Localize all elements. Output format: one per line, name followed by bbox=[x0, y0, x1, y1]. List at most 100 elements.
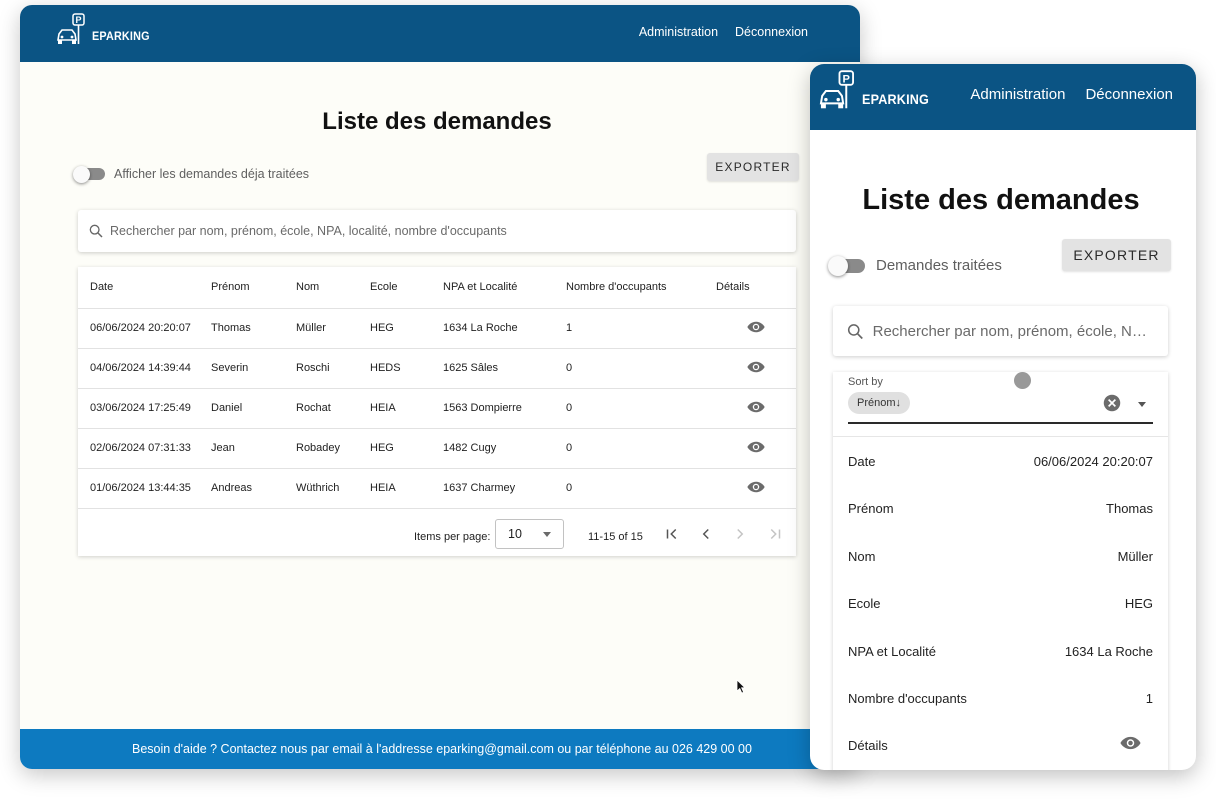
table-body: 06/06/2024 20:20:07 Thomas Müller HEG 16… bbox=[78, 308, 796, 509]
items-per-page-select[interactable]: 10 bbox=[495, 519, 564, 549]
items-per-page-value: 10 bbox=[508, 527, 522, 541]
cell-npa: 1634 La Roche bbox=[443, 308, 566, 349]
field-value: Thomas bbox=[1106, 501, 1153, 516]
cell-details bbox=[716, 468, 796, 509]
app-logo[interactable]: P EPARKING bbox=[56, 13, 156, 47]
search-input[interactable] bbox=[110, 224, 757, 238]
field-label: Date bbox=[848, 454, 876, 469]
field-label: Nombre d'occupants bbox=[848, 691, 967, 706]
cell-npa: 1482 Cugy bbox=[443, 428, 566, 469]
last-page-icon[interactable] bbox=[766, 525, 784, 543]
search-bar[interactable] bbox=[78, 210, 796, 252]
cell-occupants: 0 bbox=[566, 428, 716, 469]
top-app-bar: P EPARKING Administration Déconnexion bbox=[810, 64, 1196, 130]
sort-by-label: Sort by bbox=[848, 376, 883, 388]
cell-date: 06/06/2024 20:20:07 bbox=[78, 308, 211, 349]
cell-prenom: Andreas bbox=[211, 468, 296, 509]
table-header-row: Date Prénom Nom Ecole NPA et Localité No… bbox=[78, 267, 796, 309]
table-row[interactable]: 01/06/2024 13:44:35 Andreas Wüthrich HEI… bbox=[78, 468, 796, 509]
nav-logout-link[interactable]: Déconnexion bbox=[735, 25, 808, 39]
eye-icon[interactable] bbox=[747, 361, 765, 373]
field-value: 1 bbox=[1145, 691, 1153, 706]
svg-text:P: P bbox=[843, 73, 851, 85]
cell-nom: Wüthrich bbox=[296, 468, 370, 509]
toggle-knob[interactable] bbox=[828, 255, 848, 276]
export-button[interactable]: EXPORTER bbox=[1062, 239, 1171, 271]
cell-ecole: HEIA bbox=[370, 388, 443, 429]
first-page-icon[interactable] bbox=[663, 525, 681, 543]
col-header-details: Détails bbox=[716, 267, 796, 309]
show-processed-toggle[interactable]: Afficher les demandes déja traitées bbox=[73, 165, 309, 183]
prev-page-icon[interactable] bbox=[697, 525, 715, 543]
col-header-prenom[interactable]: Prénom bbox=[211, 267, 296, 309]
show-processed-toggle[interactable]: Demandes traitées bbox=[828, 255, 1002, 276]
cell-ecole: HEG bbox=[370, 308, 443, 349]
touch-indicator bbox=[1014, 372, 1031, 389]
field-label: Détails bbox=[848, 738, 888, 753]
cell-ecole: HEIA bbox=[370, 468, 443, 509]
col-header-occupants[interactable]: Nombre d'occupants bbox=[566, 267, 716, 309]
sort-by-select[interactable]: Sort by Prénom↓ bbox=[848, 372, 1153, 424]
eye-icon[interactable] bbox=[1120, 736, 1141, 750]
field-value: 1634 La Roche bbox=[1064, 644, 1153, 659]
col-header-ecole[interactable]: Ecole bbox=[370, 267, 443, 309]
top-app-bar: P EPARKING Administration Déconnexion bbox=[20, 5, 860, 62]
app-logo[interactable]: P EPARKING bbox=[818, 70, 936, 112]
request-card: Sort by Prénom↓ Date 06/06/2024 20:20:07… bbox=[833, 372, 1168, 770]
cell-date: 03/06/2024 17:25:49 bbox=[78, 388, 211, 429]
dropdown-caret-icon[interactable] bbox=[1138, 402, 1146, 407]
table-row[interactable]: 03/06/2024 17:25:49 Daniel Rochat HEIA 1… bbox=[78, 388, 796, 429]
next-page-icon[interactable] bbox=[731, 525, 749, 543]
cell-nom: Robadey bbox=[296, 428, 370, 469]
sort-chip[interactable]: Prénom↓ bbox=[848, 392, 911, 414]
cell-occupants: 1 bbox=[566, 308, 716, 349]
toggle-track[interactable] bbox=[828, 255, 865, 276]
field-label: NPA et Localité bbox=[848, 644, 936, 659]
nav-links: Administration Déconnexion bbox=[970, 86, 1173, 103]
field-value: 06/06/2024 20:20:07 bbox=[1033, 454, 1153, 469]
cell-nom: Müller bbox=[296, 308, 370, 349]
toggle-track[interactable] bbox=[73, 165, 105, 183]
toggle-label: Demandes traitées bbox=[876, 257, 1002, 274]
cell-ecole: HEDS bbox=[370, 348, 443, 389]
table-row[interactable]: 04/06/2024 14:39:44 Severin Roschi HEDS … bbox=[78, 348, 796, 389]
divider bbox=[833, 436, 1168, 437]
toggle-knob[interactable] bbox=[73, 165, 90, 183]
search-icon bbox=[847, 323, 863, 339]
cell-occupants: 0 bbox=[566, 348, 716, 389]
eye-icon[interactable] bbox=[747, 321, 765, 333]
export-button[interactable]: EXPORTER bbox=[707, 153, 799, 181]
cell-prenom: Severin bbox=[211, 348, 296, 389]
cell-npa: 1637 Charmey bbox=[443, 468, 566, 509]
search-input[interactable] bbox=[872, 322, 1168, 340]
nav-links: Administration Déconnexion bbox=[639, 25, 808, 39]
nav-administration-link[interactable]: Administration bbox=[639, 25, 718, 39]
items-per-page-label: Items per page: bbox=[414, 531, 491, 543]
help-footer: Besoin d'aide ? Contactez nous par email… bbox=[20, 729, 860, 769]
eye-icon[interactable] bbox=[747, 441, 765, 453]
field-label: Prénom bbox=[848, 501, 894, 516]
eye-icon[interactable] bbox=[747, 481, 765, 493]
logo-text: EPARKING bbox=[862, 91, 930, 107]
nav-administration-link[interactable]: Administration bbox=[970, 86, 1065, 103]
logo-text: EPARKING bbox=[92, 29, 150, 43]
field-value: Müller bbox=[1117, 549, 1153, 564]
cell-date: 02/06/2024 07:31:33 bbox=[78, 428, 211, 469]
col-header-nom[interactable]: Nom bbox=[296, 267, 370, 309]
cell-prenom: Daniel bbox=[211, 388, 296, 429]
paginator: Items per page: 10 11-15 of 15 bbox=[78, 517, 796, 557]
search-bar[interactable] bbox=[833, 306, 1168, 356]
col-header-date[interactable]: Date bbox=[78, 267, 211, 309]
cell-date: 01/06/2024 13:44:35 bbox=[78, 468, 211, 509]
eye-icon[interactable] bbox=[747, 401, 765, 413]
page-title: Liste des demandes bbox=[322, 108, 552, 135]
cell-npa: 1625 Sâles bbox=[443, 348, 566, 389]
table-row[interactable]: 02/06/2024 07:31:33 Jean Robadey HEG 148… bbox=[78, 428, 796, 469]
nav-logout-link[interactable]: Déconnexion bbox=[1085, 86, 1173, 103]
clear-icon[interactable] bbox=[1103, 394, 1121, 412]
col-header-npa[interactable]: NPA et Localité bbox=[443, 267, 566, 309]
cell-details bbox=[716, 308, 796, 349]
dropdown-caret-icon bbox=[543, 532, 551, 537]
cell-nom: Roschi bbox=[296, 348, 370, 389]
table-row[interactable]: 06/06/2024 20:20:07 Thomas Müller HEG 16… bbox=[78, 308, 796, 349]
